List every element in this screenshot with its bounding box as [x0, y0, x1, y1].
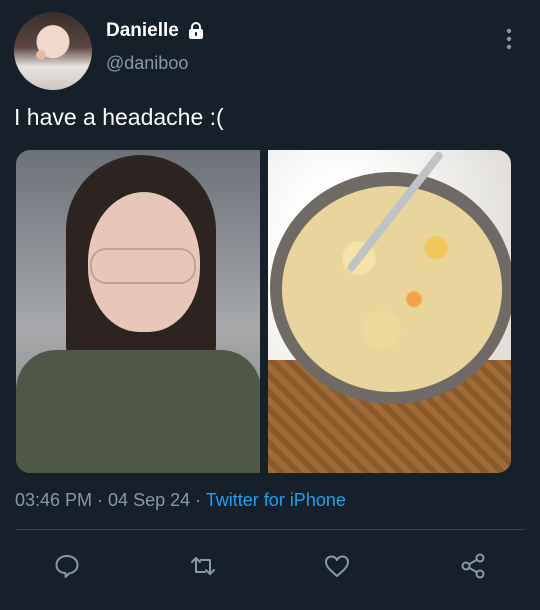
more-vertical-icon[interactable]	[504, 28, 514, 50]
photo-detail-jacket	[16, 350, 260, 473]
photo-soup[interactable]	[267, 150, 511, 473]
tweet-time[interactable]: 03:46 PM	[15, 490, 92, 510]
reply-icon	[55, 555, 79, 578]
photo-detail-glasses	[90, 248, 196, 284]
tweet-detail: Danielle @daniboo I have a headache :(0…	[0, 0, 540, 610]
action-bar	[0, 545, 540, 585]
divider	[15, 529, 525, 530]
retweet-button[interactable]	[186, 549, 220, 583]
media-grid	[16, 150, 511, 473]
username-handle[interactable]: @daniboo	[106, 53, 188, 74]
tweet-date[interactable]: 04 Sep 24	[108, 490, 190, 510]
tweet-source-link[interactable]: Twitter for iPhone	[206, 490, 346, 510]
photo-selfie[interactable]	[16, 150, 260, 473]
meta-separator: ·	[92, 490, 109, 510]
tweet-meta: 03:46 PM · 04 Sep 24 · Twitter for iPhon…	[15, 490, 346, 511]
display-name[interactable]: Danielle	[106, 20, 179, 42]
author-name-row: Danielle	[106, 20, 205, 42]
retweet-icon	[191, 557, 215, 575]
share-icon	[461, 553, 485, 579]
meta-separator: ·	[190, 490, 206, 510]
like-button[interactable]	[320, 549, 354, 583]
tweet-text: I have a headache :(	[14, 104, 224, 130]
avatar[interactable]	[14, 12, 92, 90]
lock-icon	[187, 22, 205, 40]
heart-icon	[325, 555, 349, 577]
share-button[interactable]	[456, 549, 490, 583]
reply-button[interactable]	[50, 549, 84, 583]
